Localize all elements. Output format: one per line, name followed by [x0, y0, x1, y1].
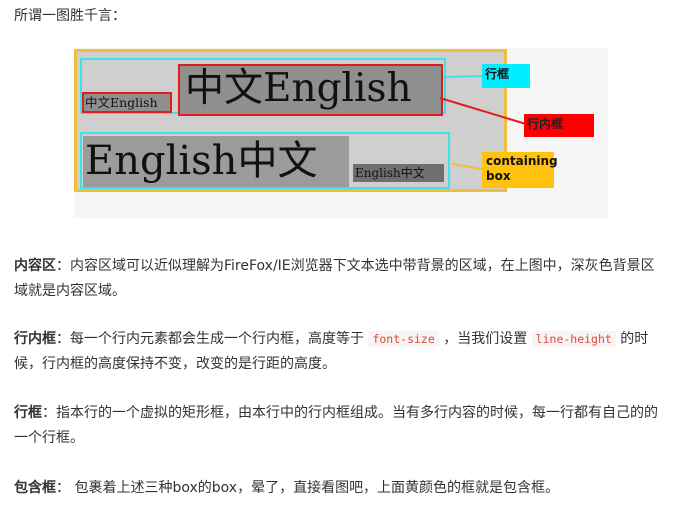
term-inline-box: 行内框 — [14, 331, 56, 347]
paragraph-content-area: 内容区：内容区域可以近似理解为FireFox/IE浏览器下文本选中带背景的区域，… — [14, 258, 655, 299]
inline-box-big-1: 中文English — [178, 64, 443, 116]
label-containing-box: containing box — [482, 152, 558, 188]
line-box-text: 指本行的一个虚拟的矩形框，由本行中的行内框组成。当有多行内容的时候，每一行都有自… — [14, 405, 658, 446]
inline-text-big-2: English中文 — [85, 138, 318, 184]
containing-box-frame: 中文English 中文English English中文 English中文 — [74, 49, 507, 192]
paragraph-containing-box: 包含框： 包裹着上述三种box的box，晕了，直接看图吧，上面黄颜色的框就是包含… — [14, 480, 560, 496]
label-inline-box: 行内框 — [524, 114, 594, 137]
code-line-height: line-height — [531, 331, 616, 347]
intro-text: 所谓一图胜千言： — [14, 8, 126, 24]
code-font-size: font-size — [368, 331, 439, 347]
paragraph-inline-box: 行内框：每一个行内元素都会生成一个行内框，高度等于 font-size ，当我们… — [14, 331, 649, 372]
content-area-text: 内容区域可以近似理解为FireFox/IE浏览器下文本选中带背景的区域，在上图中… — [14, 258, 655, 299]
term-line-box: 行框 — [14, 405, 42, 421]
containing-box-text: 包裹着上述三种box的box，晕了，直接看图吧，上面黄颜色的框就是包含框。 — [70, 480, 560, 496]
inline-box-small-1: 中文English — [82, 92, 172, 113]
label-line-box: 行框 — [482, 64, 530, 88]
line-box-diagram: 中文English 中文English English中文 English中文 … — [74, 48, 608, 218]
term-containing-box: 包含框 — [14, 480, 56, 496]
paragraph-line-box: 行框：指本行的一个虚拟的矩形框，由本行中的行内框组成。当有多行内容的时候，每一行… — [14, 405, 658, 446]
inline-text-small-2: English中文 — [355, 166, 425, 180]
term-content-area: 内容区 — [14, 258, 56, 274]
